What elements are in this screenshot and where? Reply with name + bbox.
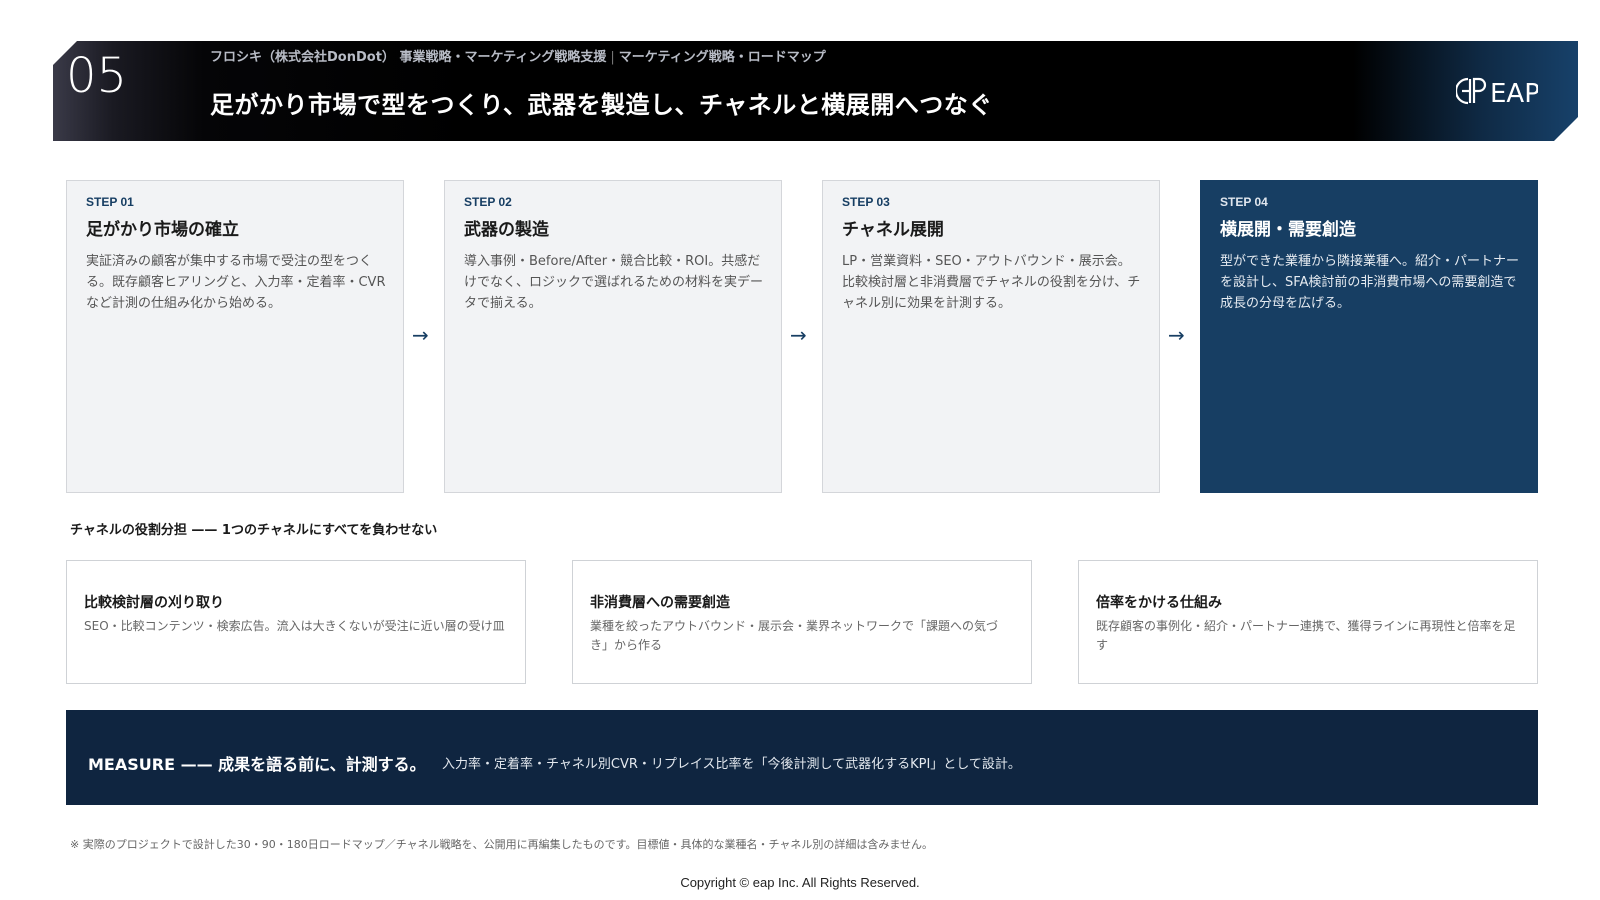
step-title: 横展開・需要創造 <box>1220 220 1356 240</box>
measure-banner: MEASURE —— 成果を語る前に、計測する。 入力率・定着率・チャネル別CV… <box>66 710 1538 805</box>
channel-card-title: 倍率をかける仕組み <box>1096 595 1222 611</box>
step-title: 足がかり市場の確立 <box>86 220 239 240</box>
channel-card-body: 既存顧客の事例化・紹介・パートナー連携で、獲得ラインに再現性と倍率を足す <box>1096 619 1516 652</box>
eap-logo: EAP <box>1456 77 1538 107</box>
step-title: 武器の製造 <box>464 220 549 240</box>
breadcrumb-topic: マーケティング戦略・ロードマップ <box>618 50 826 65</box>
section-number: 05 <box>66 48 128 104</box>
step-body: LP・営業資料・SEO・アウトバウンド・展示会。比較検討層と非消費層でチャネルの… <box>842 254 1141 311</box>
channel-card-title: 比較検討層の刈り取り <box>84 595 224 611</box>
channel-card-comparison: 比較検討層の刈り取り SEO・比較コンテンツ・検索広告。流入は大きくないが受注に… <box>66 560 526 684</box>
channel-section-title: チャネルの役割分担 —— 1つのチャネルにすべてを負わせない <box>70 523 438 538</box>
measure-heading: MEASURE —— 成果を語る前に、計測する。 <box>88 755 426 774</box>
step-label: STEP 02 <box>464 195 512 209</box>
step-body: 型ができた業種から隣接業種へ。紹介・パートナーを設計し、SFA検討前の非消費市場… <box>1220 254 1520 311</box>
step-label: STEP 03 <box>842 195 890 209</box>
channel-card-body: SEO・比較コンテンツ・検索広告。流入は大きくないが受注に近い層の受け皿 <box>84 619 505 633</box>
step-card-04: STEP 04 横展開・需要創造 型ができた業種から隣接業種へ。紹介・パートナー… <box>1200 180 1538 493</box>
footnote: ※ 実際のプロジェクトで設計した30・90・180日ロードマップ／チャネル戦略を… <box>70 838 934 851</box>
arrow-right-icon: → <box>412 323 429 347</box>
channel-card-title: 非消費層への需要創造 <box>590 595 730 611</box>
copyright: Copyright © eap Inc. All Rights Reserved… <box>680 875 920 890</box>
page-title: 足がかり市場で型をつくり、武器を製造し、チャネルと横展開へつなぐ <box>210 91 993 119</box>
measure-body: 入力率・定着率・チャネル別CVR・リプレイス比率を「今後計測して武器化するKPI… <box>442 757 1021 772</box>
arrow-right-icon: → <box>790 323 807 347</box>
channel-card-body: 業種を絞ったアウトバウンド・展示会・業界ネットワークで「課題への気づき」から作る <box>590 619 999 652</box>
step-body: 導入事例・Before/After・競合比較・ROI。共感だけでなく、ロジックで… <box>464 254 764 311</box>
step-body: 実証済みの顧客が集中する市場で受注の型をつくる。既存顧客ヒアリングと、入力率・定… <box>86 254 386 311</box>
step-card-01: STEP 01 足がかり市場の確立 実証済みの顧客が集中する市場で受注の型をつく… <box>66 180 404 493</box>
channel-card-multiplier: 倍率をかける仕組み 既存顧客の事例化・紹介・パートナー連携で、獲得ラインに再現性… <box>1078 560 1538 684</box>
logo-text: EAP <box>1490 79 1538 107</box>
step-card-02: STEP 02 武器の製造 導入事例・Before/After・競合比較・ROI… <box>444 180 782 493</box>
breadcrumb-separator: | <box>610 50 615 65</box>
breadcrumb: フロシキ（株式会社DonDot） 事業戦略・マーケティング戦略支援 | マーケティン… <box>210 46 826 65</box>
step-title: チャネル展開 <box>842 220 944 240</box>
channel-card-demand: 非消費層への需要創造 業種を絞ったアウトバウンド・展示会・業界ネットワークで「課… <box>572 560 1032 684</box>
step-label: STEP 01 <box>86 195 134 209</box>
breadcrumb-client: フロシキ（株式会社DonDot） 事業戦略・マーケティング戦略支援 <box>210 50 607 65</box>
step-label: STEP 04 <box>1220 195 1268 209</box>
arrow-right-icon: → <box>1168 323 1185 347</box>
step-card-03: STEP 03 チャネル展開 LP・営業資料・SEO・アウトバウンド・展示会。比… <box>822 180 1160 493</box>
